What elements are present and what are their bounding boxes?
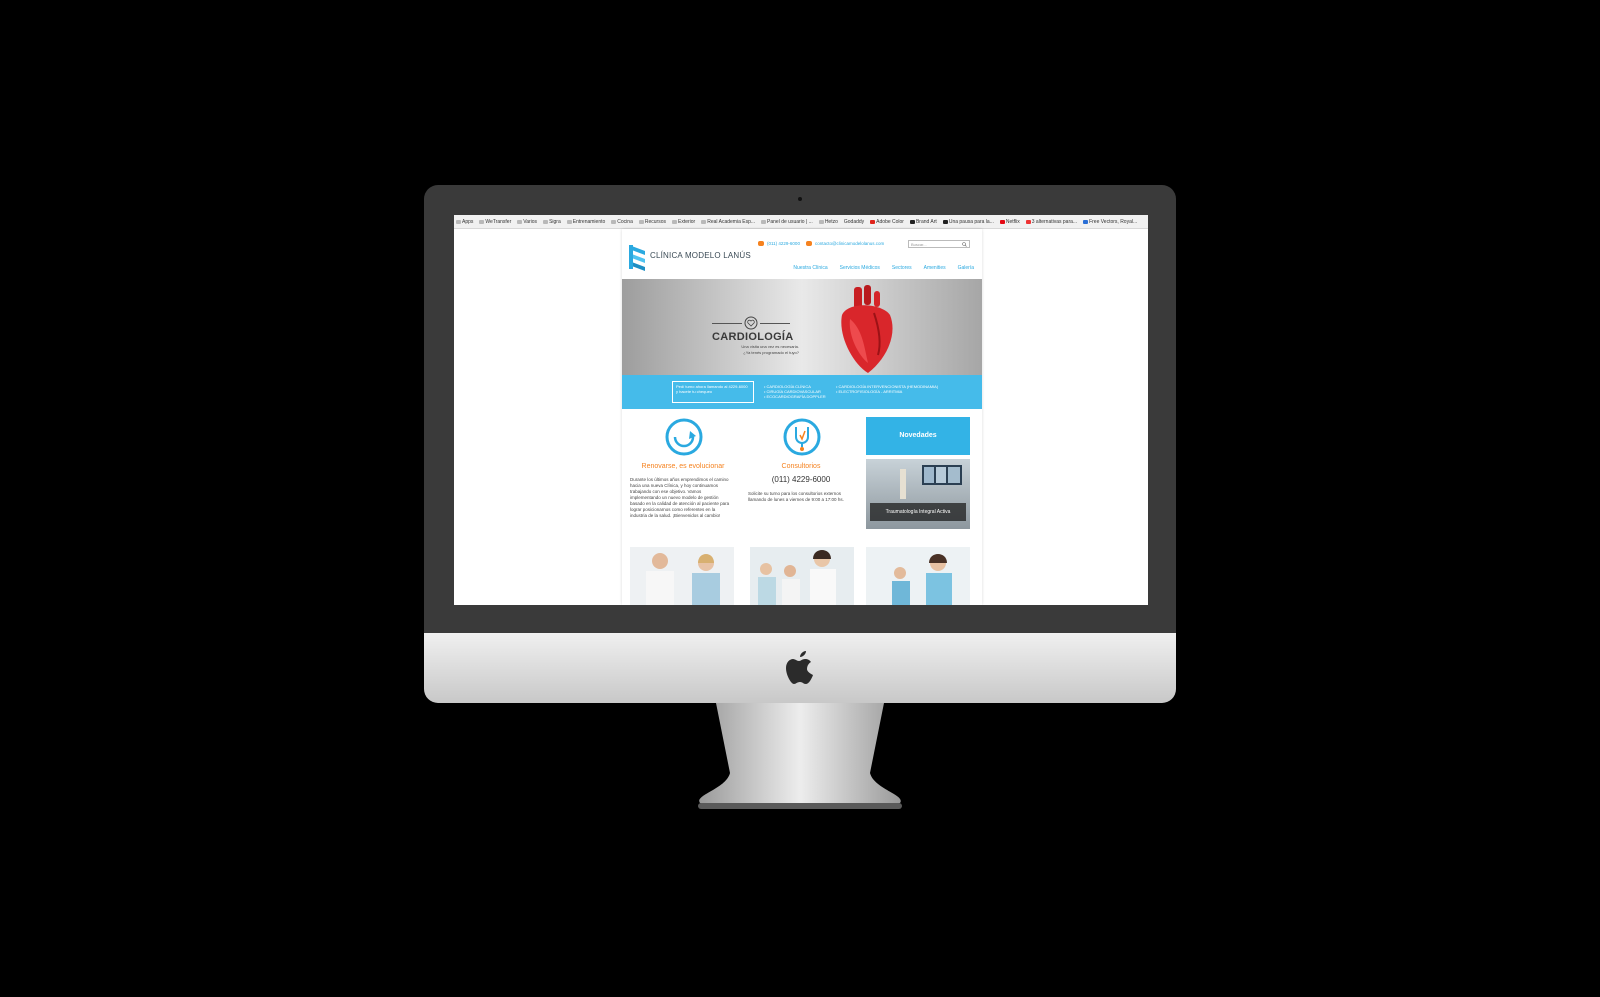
nav-amenities[interactable]: Amenities: [924, 265, 946, 271]
freevectors-icon: [1083, 219, 1089, 224]
nurses-photo: [866, 547, 970, 605]
search-placeholder: Buscar...: [911, 242, 927, 247]
contact-row: (011) 4229-6000 contacto@clinicamodelola…: [758, 241, 884, 246]
brand-art-icon: [909, 219, 915, 224]
bookmark-item[interactable]: Godaddy: [844, 219, 864, 225]
hero-subtitle-line: ¿Ya tenés programado el tuyo?: [743, 350, 799, 355]
divider: [712, 323, 742, 324]
adobe-icon: [870, 219, 876, 224]
photo-card[interactable]: [750, 547, 854, 605]
specialties-list-right: • CARDIOLOGÍA INTERVENCIONISTA (HEMODINA…: [836, 384, 938, 394]
bookmark-icon: [942, 219, 948, 224]
specialties-list-left: • CARDIOLOGÍA CLÍNICA • CIRUGÍA CARDIOVA…: [764, 384, 826, 399]
hero-title: CARDIOLOGÍA: [712, 331, 794, 343]
apple-logo-icon: [786, 651, 813, 684]
stethoscope-icon: [783, 418, 821, 456]
folder-icon: [543, 219, 549, 224]
section-text: Solicite su turno para los consultorios …: [748, 491, 844, 502]
news-caption: Traumatología Integral Activa: [870, 503, 966, 521]
bookmark-item[interactable]: Cocina: [611, 219, 633, 225]
folder-icon: [517, 219, 523, 224]
anatomical-heart-image: [841, 285, 893, 373]
folder-icon: [638, 219, 644, 224]
wetransfer-icon: [479, 219, 485, 224]
specialty-item[interactable]: • ECOCARDIOGRAFÍA DOPPLER: [764, 394, 826, 399]
heart-icon: [744, 316, 758, 330]
photo-card[interactable]: [866, 547, 970, 605]
appointment-callout[interactable]: Pedí turno ahora llamando al 4229-6000 y…: [672, 381, 754, 403]
header-email[interactable]: contacto@clinicamodelolanus.com: [815, 241, 884, 246]
clinic-logo-icon[interactable]: [629, 243, 647, 273]
clinic-website: CLÍNICA MODELO LANÚS (011) 4229-6000 con…: [622, 229, 982, 605]
main-nav: Nuestra Clínica Servicios Médicos Sector…: [793, 265, 974, 271]
site-header: CLÍNICA MODELO LANÚS (011) 4229-6000 con…: [622, 229, 982, 279]
doctors-photo: [630, 547, 734, 605]
search-icon[interactable]: [962, 242, 967, 247]
hero-subtitle: Una visita una vez es necesaria. ¿Ya ten…: [709, 344, 799, 356]
rae-icon: [701, 219, 707, 224]
bookmark-item[interactable]: Adobe Color: [870, 219, 904, 225]
clinic-logo-text[interactable]: CLÍNICA MODELO LANÚS: [650, 251, 751, 260]
bookmark-item[interactable]: Recursos: [638, 219, 666, 225]
bookmark-item[interactable]: Real Academia Esp...: [701, 219, 755, 225]
section-title: Renovarse, es evolucionar: [641, 463, 725, 470]
divider: [760, 323, 790, 324]
bookmark-item[interactable]: Sigra: [543, 219, 561, 225]
nav-galeria[interactable]: Galería: [958, 265, 974, 271]
news-card[interactable]: Traumatología Integral Activa: [866, 459, 970, 529]
bookmark-item[interactable]: Varios: [517, 219, 537, 225]
search-input[interactable]: Buscar...: [908, 240, 970, 248]
folder-icon: [671, 219, 677, 224]
nav-nuestra-clinica[interactable]: Nuestra Clínica: [793, 265, 827, 271]
bookmark-item[interactable]: 3 alternativas para...: [1025, 219, 1077, 225]
consultorios-phone[interactable]: (011) 4229-6000: [746, 475, 856, 484]
bookmark-item[interactable]: Brand Art: [909, 219, 937, 225]
bookmark-item[interactable]: Apps: [456, 219, 473, 225]
header-phone[interactable]: (011) 4229-6000: [767, 241, 800, 246]
news-header[interactable]: Novedades: [866, 417, 970, 455]
nav-sectores[interactable]: Sectores: [892, 265, 912, 271]
phone-icon: [758, 241, 764, 246]
folder-icon: [566, 219, 572, 224]
bookmark-item[interactable]: Free Vectors, Royal...: [1083, 219, 1137, 225]
bookmark-icon: [1025, 219, 1031, 224]
folder-icon: [611, 219, 617, 224]
bookmark-item[interactable]: Hetzo: [818, 219, 838, 225]
email-icon: [805, 241, 812, 246]
panel-icon: [761, 219, 767, 224]
netflix-icon: [999, 219, 1005, 224]
bookmark-item[interactable]: WeTransfer: [479, 219, 511, 225]
bookmark-item[interactable]: Netflix: [999, 219, 1020, 225]
hero-banner[interactable]: CARDIOLOGÍA Una visita una vez es necesa…: [622, 279, 982, 375]
specialties-band: Pedí turno ahora llamando al 4229-6000 y…: [622, 375, 982, 409]
section-title: Consultorios: [781, 463, 821, 470]
camera: [798, 197, 802, 201]
refresh-arrow-icon: [665, 418, 703, 456]
section-text: Durante los últimos años emprendimos el …: [630, 477, 730, 518]
hetzo-icon: [818, 219, 824, 224]
apps-icon: [456, 219, 461, 224]
imac-chin: [424, 633, 1176, 703]
photo-card[interactable]: [630, 547, 734, 605]
bookmark-item[interactable]: Panel de usuario | ...: [761, 219, 813, 225]
bookmark-item[interactable]: Entrenamiento: [566, 219, 605, 225]
imac-display: Apps WeTransfer Varios Sigra Entrenamien…: [424, 185, 1176, 633]
bookmark-item[interactable]: Exterior: [671, 219, 695, 225]
nav-servicios-medicos[interactable]: Servicios Médicos: [840, 265, 880, 271]
imac-stand: [698, 703, 902, 809]
specialty-item[interactable]: • ELECTROFISIOLOGÍA - ARRITMIA: [836, 389, 938, 394]
bookmark-item[interactable]: Una pausa para la...: [942, 219, 994, 225]
bookmarks-bar: Apps WeTransfer Varios Sigra Entrenamien…: [454, 215, 1148, 229]
medical-team-photo: [750, 547, 854, 605]
screen: Apps WeTransfer Varios Sigra Entrenamien…: [454, 215, 1148, 605]
